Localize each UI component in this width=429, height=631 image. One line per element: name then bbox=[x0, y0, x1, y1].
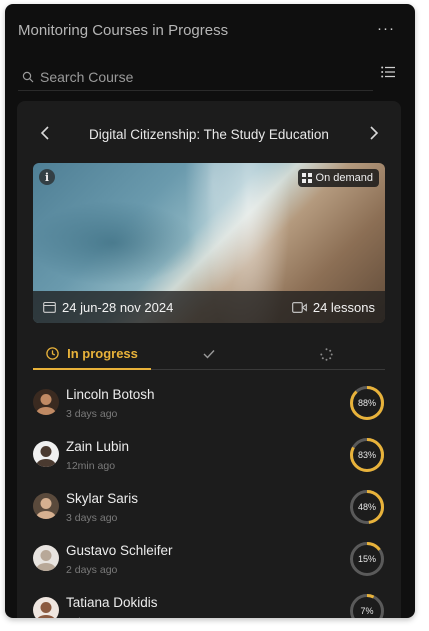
student-name: Lincoln Botosh bbox=[66, 387, 155, 402]
student-last-active: 3 days ago bbox=[66, 512, 118, 524]
progress-ring: 83% bbox=[349, 437, 385, 473]
course-title[interactable]: Digital Citizenship: The Study Education bbox=[89, 127, 329, 142]
tab-completed[interactable] bbox=[199, 339, 219, 369]
progress-percent: 15% bbox=[357, 554, 376, 564]
progress-ring: 15% bbox=[349, 541, 385, 577]
avatar bbox=[33, 441, 59, 467]
student-last-active: 12min ago bbox=[66, 460, 116, 472]
student-name: Tatiana Dokidis bbox=[66, 595, 158, 610]
course-lessons-text: 24 lessons bbox=[312, 299, 375, 315]
checkmark-icon bbox=[203, 350, 215, 359]
chevron-left-icon[interactable] bbox=[40, 125, 50, 141]
avatar bbox=[33, 545, 59, 571]
progress-ring: 88% bbox=[349, 385, 385, 421]
student-name: Zain Lubin bbox=[66, 439, 130, 454]
student-row[interactable]: Tatiana Dokidis 2 days ago 7% bbox=[33, 589, 385, 618]
search-icon bbox=[22, 71, 34, 83]
loading-icon bbox=[319, 347, 333, 361]
on-demand-badge: On demand bbox=[297, 169, 379, 187]
course-dates-text: 24 jun-28 nov 2024 bbox=[62, 299, 174, 315]
list-view-icon[interactable] bbox=[381, 66, 395, 78]
student-row[interactable]: Gustavo Schleifer 2 days ago 15% bbox=[33, 537, 385, 589]
calendar-icon bbox=[43, 301, 56, 313]
tab-in-progress-label: In progress bbox=[67, 346, 138, 361]
student-last-active: 2 days ago bbox=[66, 616, 117, 618]
course-banner-image: i On demand 24 jun-28 nov 2024 24 lesson… bbox=[33, 163, 385, 323]
student-last-active: 3 days ago bbox=[66, 408, 118, 420]
clock-icon bbox=[46, 347, 59, 360]
progress-percent: 7% bbox=[360, 606, 374, 616]
search-input[interactable] bbox=[40, 69, 340, 85]
course-card: Digital Citizenship: The Study Education… bbox=[17, 101, 401, 618]
student-last-active: 2 days ago bbox=[66, 564, 118, 576]
student-row[interactable]: Skylar Saris 3 days ago 48% bbox=[33, 485, 385, 537]
course-dates: 24 jun-28 nov 2024 bbox=[43, 300, 173, 315]
search-bar bbox=[18, 64, 373, 91]
tab-in-progress[interactable]: In progress bbox=[33, 339, 151, 370]
avatar bbox=[33, 389, 59, 415]
more-options-button[interactable]: ··· bbox=[377, 20, 395, 38]
progress-percent: 88% bbox=[357, 398, 376, 408]
chevron-right-icon[interactable] bbox=[369, 125, 379, 141]
course-monitor-panel: Monitoring Courses in Progress ··· Digit… bbox=[5, 4, 415, 618]
course-lessons: 24 lessons bbox=[291, 299, 375, 315]
status-tabs: In progress bbox=[33, 339, 385, 370]
avatar bbox=[33, 597, 59, 618]
banner-footer: 24 jun-28 nov 2024 24 lessons bbox=[33, 291, 385, 323]
avatar bbox=[33, 493, 59, 519]
student-row[interactable]: Lincoln Botosh 3 days ago 88% bbox=[33, 381, 385, 433]
student-name: Skylar Saris bbox=[66, 491, 139, 506]
info-icon[interactable]: i bbox=[39, 169, 55, 185]
student-list: Lincoln Botosh 3 days ago 88% Zain Lubin 12m… bbox=[33, 381, 385, 618]
progress-percent: 48% bbox=[357, 502, 376, 512]
student-name: Gustavo Schleifer bbox=[66, 543, 173, 558]
badge-label: On demand bbox=[315, 172, 373, 184]
progress-ring: 7% bbox=[349, 593, 385, 618]
student-row[interactable]: Zain Lubin 12min ago 83% bbox=[33, 433, 385, 485]
video-icon bbox=[291, 301, 307, 313]
page-title: Monitoring Courses in Progress bbox=[18, 22, 229, 39]
course-navigator: Digital Citizenship: The Study Education bbox=[17, 121, 401, 147]
progress-ring: 48% bbox=[349, 489, 385, 525]
tab-pending[interactable] bbox=[316, 339, 336, 369]
progress-percent: 83% bbox=[357, 450, 376, 460]
grid-icon bbox=[301, 173, 312, 183]
